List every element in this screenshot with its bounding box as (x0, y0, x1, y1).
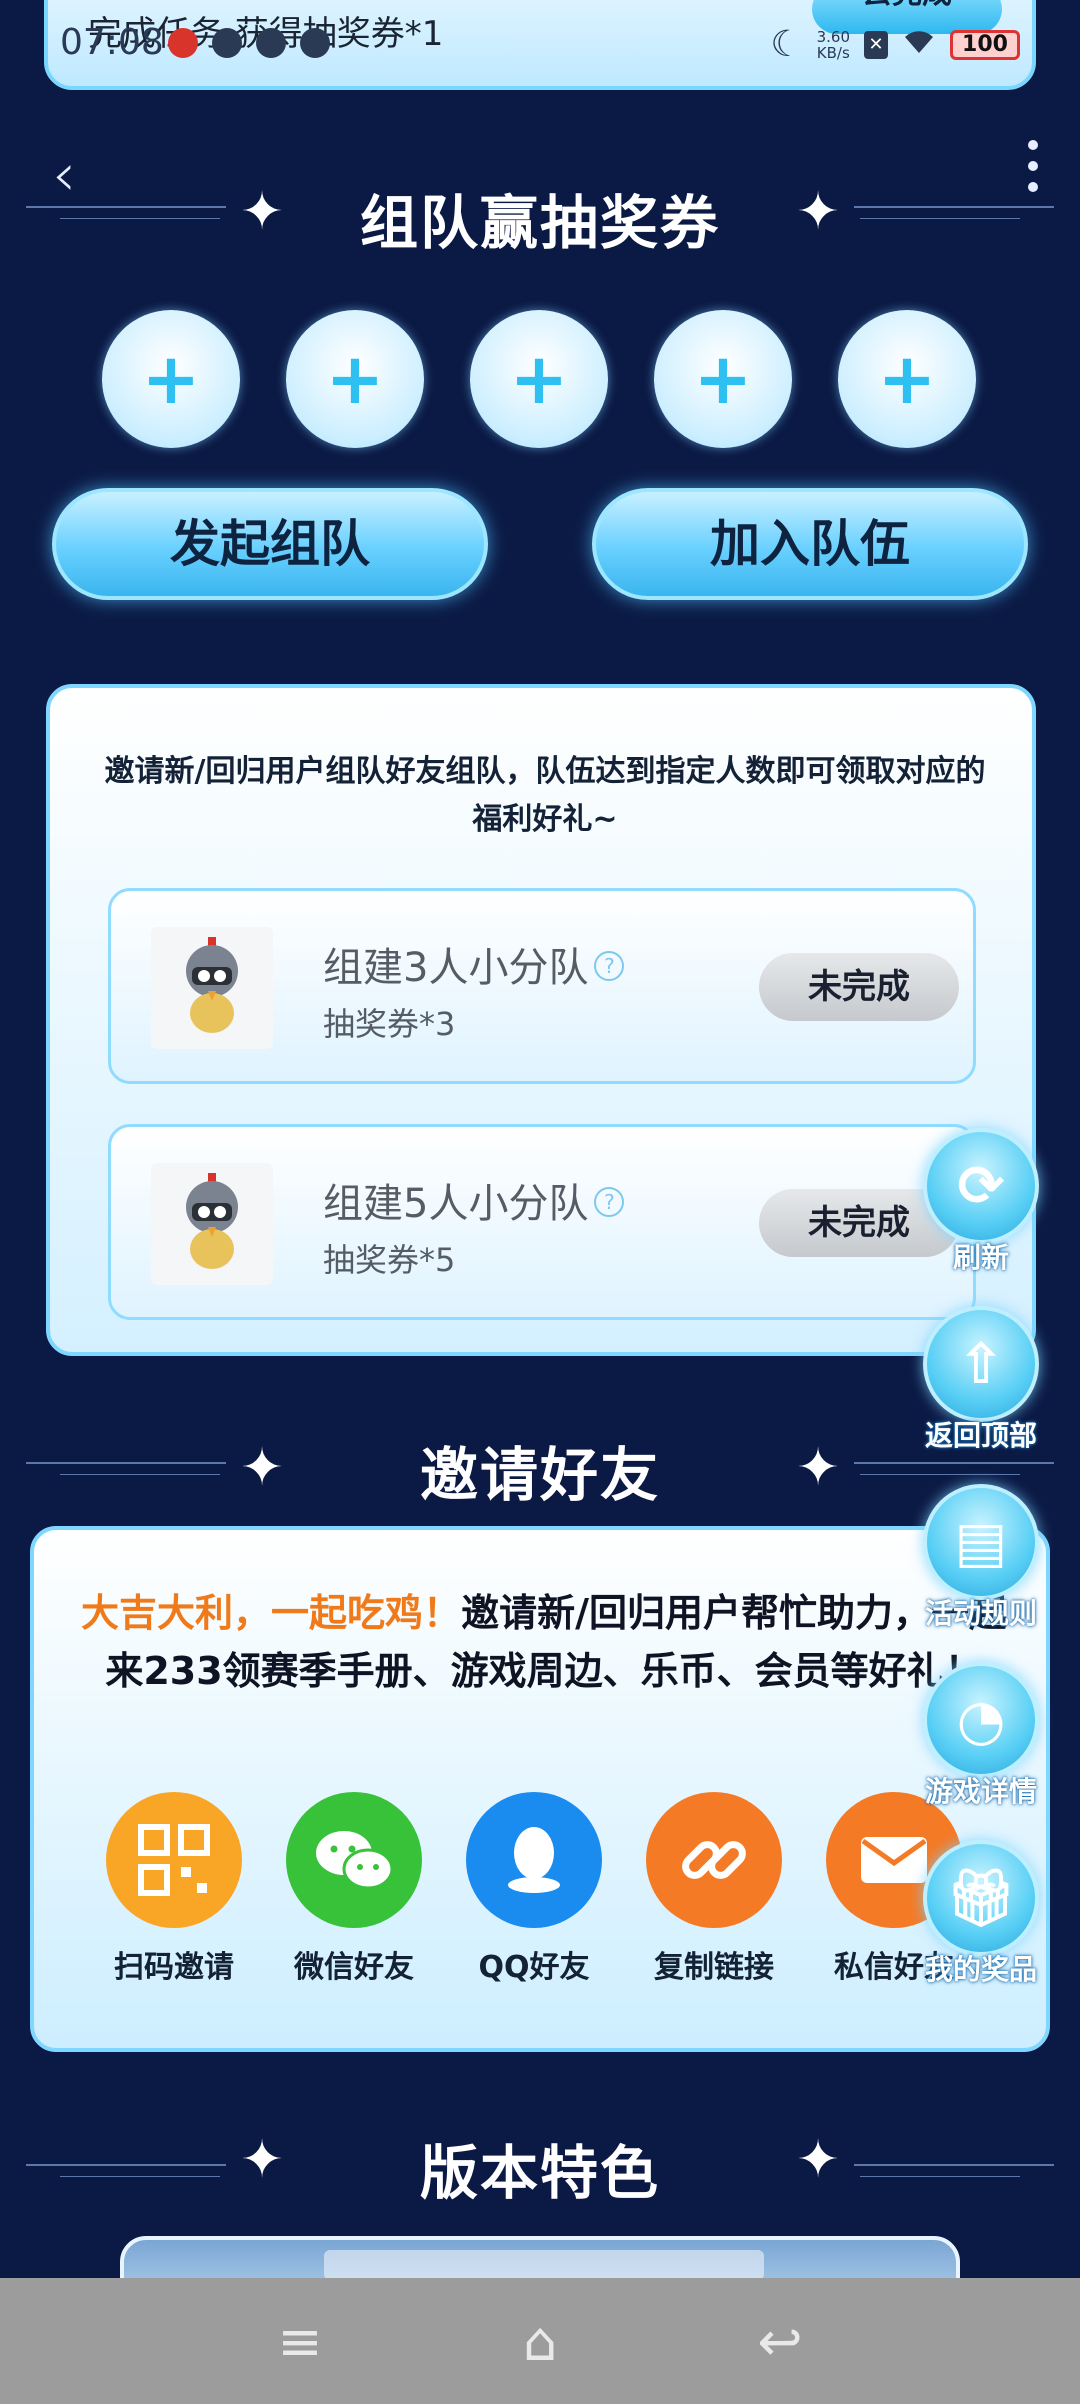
speed-unit: KB/s (816, 43, 850, 62)
my-prizes-button[interactable]: 🎁︎ 我的奖品 (916, 1840, 1046, 1988)
app-notification-icon (168, 28, 198, 58)
feature-section-title: 版本特色 (419, 2139, 660, 2207)
circle-app-icon (300, 28, 330, 58)
network-speed: 3.60 KB/s (817, 29, 850, 61)
invite-card: 大吉大利，一起吃鸡！邀请新/回归用户帮忙助力，一起来233领赛季手册、游戏周边、… (30, 1526, 1050, 2052)
activity-rules-button[interactable]: ▤ 活动规则 (916, 1484, 1046, 1632)
status-time: 07:08 (60, 22, 164, 63)
task-item: 组建5人小分队? 抽奖券*5 未完成 (108, 1124, 976, 1320)
share-label: 扫码邀请 (114, 1950, 234, 1985)
task-item: 组建3人小分队? 抽奖券*3 未完成 (108, 888, 976, 1084)
task-title: 组建5人小分队? (323, 1171, 625, 1229)
wifi-icon (902, 27, 936, 63)
help-icon[interactable]: ? (594, 1187, 625, 1217)
gift-icon[interactable]: 🎁︎ (923, 1840, 1039, 1956)
task-status-button[interactable]: 未完成 (759, 953, 959, 1021)
title-decoration (860, 1474, 1020, 1475)
share-copy-link[interactable]: 复制链接 (646, 1792, 782, 1986)
sparkle-icon: ✦ (796, 1438, 840, 1498)
add-member-slot[interactable]: + (102, 310, 240, 448)
back-to-top-button[interactable]: ⇧ 返回顶部 (916, 1306, 1046, 1454)
notification-icons (168, 28, 330, 58)
invite-text: 大吉大利，一起吃鸡！邀请新/回归用户帮忙助力，一起来233领赛季手册、游戏周边、… (74, 1584, 1014, 1700)
invite-highlight: 大吉大利，一起吃鸡！ (81, 1591, 462, 1635)
share-wechat[interactable]: 微信好友 (286, 1792, 422, 1986)
task-title-text: 组建3人小分队 (323, 945, 589, 991)
add-member-slot[interactable]: + (838, 310, 976, 448)
moon-icon: ☾ (770, 24, 803, 65)
share-qq[interactable]: QQ好友 (466, 1792, 602, 1986)
wechat-icon[interactable] (286, 1792, 422, 1928)
share-label: QQ好友 (478, 1950, 590, 1985)
refresh-button[interactable]: ⟳ 刷新 (916, 1128, 1046, 1276)
game-icon[interactable]: ◔ (923, 1662, 1039, 1778)
status-bar: 07:08 ☾ 3.60 KB/s ✕ 100 (0, 18, 1080, 78)
title-decoration (860, 2176, 1020, 2177)
add-member-slot[interactable]: + (470, 310, 608, 448)
team-rewards-card: 邀请新/回归用户组队好友组队，队伍达到指定人数即可领取对应的福利好礼~ 组建3人… (46, 684, 1036, 1356)
share-options: 扫码邀请 微信好友 QQ好友 复制链接 私信好友 (106, 1792, 962, 1986)
task-title: 组建3人小分队? (323, 935, 625, 993)
team-member-slots: + + + + + (102, 310, 976, 448)
back-nav-icon[interactable]: ↩ (745, 2310, 815, 2373)
task-title-text: 组建5人小分队 (323, 1181, 589, 1227)
share-scan-qr[interactable]: 扫码邀请 (106, 1792, 242, 1986)
add-member-slot[interactable]: + (286, 310, 424, 448)
start-team-button[interactable]: 发起组队 (52, 488, 488, 600)
game-details-button[interactable]: ◔ 游戏详情 (916, 1662, 1046, 1810)
chicken-avatar-icon (151, 1163, 273, 1285)
qr-code-icon[interactable] (106, 1792, 242, 1928)
help-icon[interactable]: ? (594, 951, 625, 981)
sparkle-icon: ✦ (796, 2130, 840, 2190)
message-icon (256, 28, 286, 58)
side-label: 刷新 (952, 1241, 1009, 1274)
side-label: 活动规则 (924, 1597, 1037, 1630)
refresh-icon[interactable]: ⟳ (923, 1128, 1039, 1244)
document-icon[interactable]: ▤ (923, 1484, 1039, 1600)
task-reward: 抽奖券*3 (323, 1005, 456, 1043)
title-decoration (854, 206, 1054, 208)
chicken-avatar-icon (151, 927, 273, 1049)
sparkle-icon: ✦ (796, 182, 840, 242)
add-member-slot[interactable]: + (654, 310, 792, 448)
team-description: 邀请新/回归用户组队好友组队，队伍达到指定人数即可领取对应的福利好礼~ (104, 754, 986, 837)
preview-banner (324, 2250, 764, 2280)
battery-indicator: 100 (950, 29, 1020, 60)
system-navigation-bar: ≡ ⌂ ↩ (0, 2278, 1080, 2404)
arrow-up-icon[interactable]: ⇧ (923, 1306, 1039, 1422)
side-label: 返回顶部 (924, 1419, 1037, 1452)
link-icon[interactable] (646, 1792, 782, 1928)
side-label: 游戏详情 (924, 1775, 1037, 1808)
title-decoration (854, 1462, 1054, 1464)
leaf-icon (212, 28, 242, 58)
title-decoration (854, 2164, 1054, 2166)
status-right: ☾ 3.60 KB/s ✕ 100 (770, 24, 1020, 65)
task-reward: 抽奖券*5 (323, 1241, 456, 1279)
share-label: 微信好友 (294, 1950, 414, 1985)
share-label: 复制链接 (654, 1950, 774, 1985)
qq-icon[interactable] (466, 1792, 602, 1928)
side-label: 我的奖品 (924, 1953, 1037, 1986)
sim-x-icon: ✕ (864, 30, 888, 59)
title-decoration (860, 218, 1020, 219)
home-icon[interactable]: ⌂ (505, 2310, 575, 2373)
join-team-button[interactable]: 加入队伍 (592, 488, 1028, 600)
menu-icon[interactable]: ≡ (265, 2310, 335, 2373)
